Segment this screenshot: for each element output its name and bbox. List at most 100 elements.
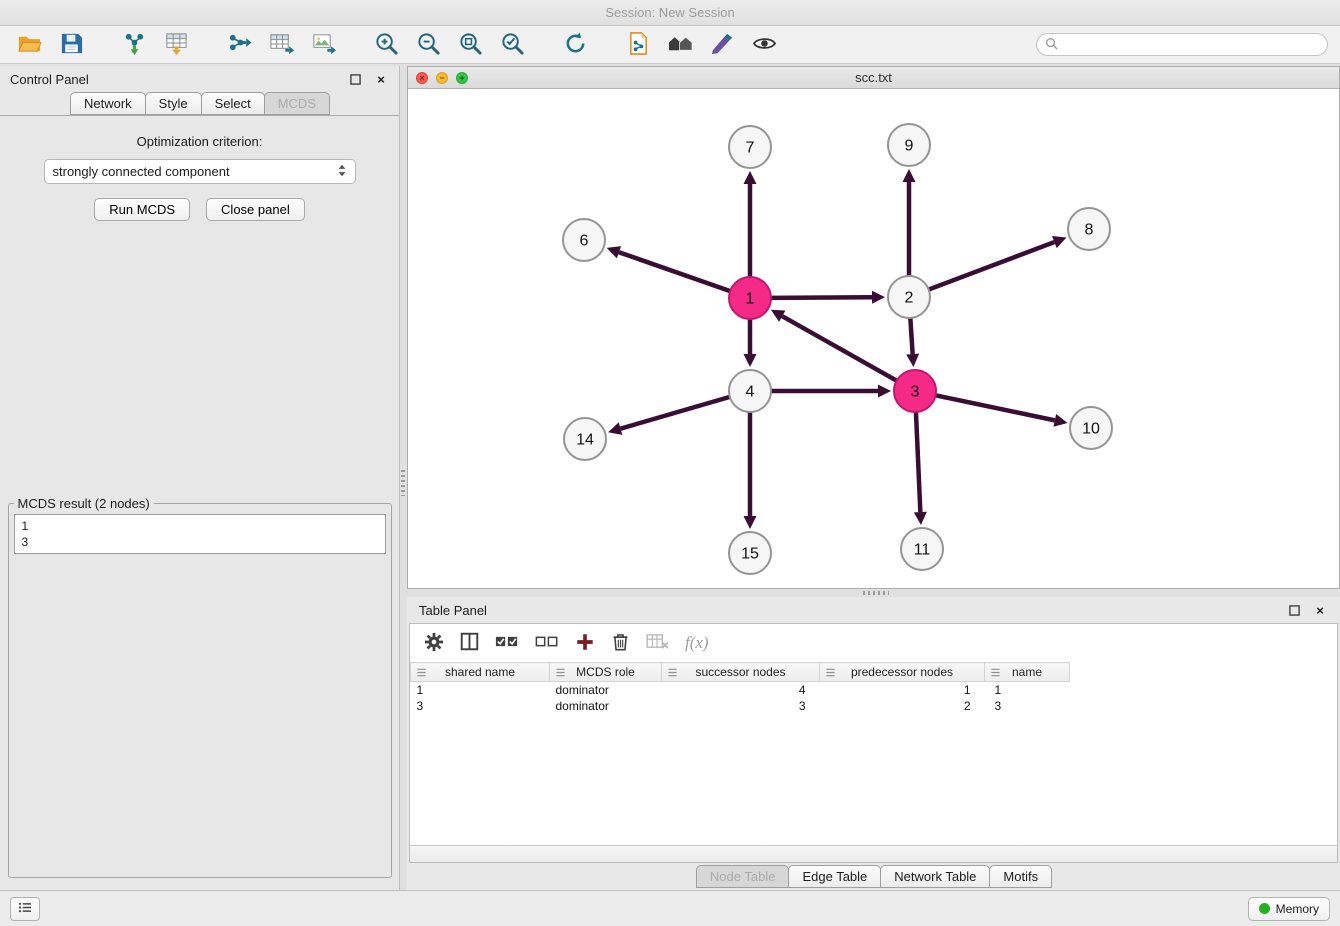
apply-function-button[interactable]: f(x) [685,633,709,653]
add-row-button[interactable] [575,632,595,655]
edge-1-6[interactable] [607,246,731,291]
node-6[interactable]: 6 [563,219,605,261]
cell[interactable]: 4 [662,682,820,699]
cell[interactable]: 3 [411,698,550,714]
node-11[interactable]: 11 [901,528,943,570]
tab-style[interactable]: Style [145,92,202,115]
refresh-layout-button[interactable] [558,30,592,60]
zoom-out-button[interactable] [411,30,445,60]
zoom-fit-button[interactable] [453,30,487,60]
node-7[interactable]: 7 [729,126,771,168]
node-2[interactable]: 2 [888,276,930,318]
search-input[interactable] [1064,37,1319,52]
home-view-button[interactable] [663,30,697,60]
node-8[interactable]: 8 [1068,208,1110,250]
cell[interactable]: 2 [820,698,985,714]
tab-edge-table[interactable]: Edge Table [788,865,881,888]
mcds-result-list[interactable]: 13 [14,514,386,554]
cell[interactable]: dominator [550,698,662,714]
zoom-in-button[interactable] [369,30,403,60]
edge-2-8[interactable] [929,236,1067,290]
node-14[interactable]: 14 [564,418,606,460]
import-network-button[interactable] [117,30,151,60]
vertical-splitter[interactable] [400,66,407,890]
edge-4-15[interactable] [744,412,757,529]
panel-menu-button[interactable] [10,897,40,921]
edge-3-11[interactable] [914,412,927,525]
node-9[interactable]: 9 [888,124,930,166]
optimization-criterion-select[interactable]: strongly connected component [44,159,356,184]
close-window-button[interactable]: × [416,72,428,84]
zoom-selected-button[interactable] [495,30,529,60]
cell[interactable]: 3 [662,698,820,714]
tab-select[interactable]: Select [201,92,265,115]
float-panel-icon[interactable] [1286,602,1302,618]
tab-network-table[interactable]: Network Table [880,865,990,888]
edge-1-2[interactable] [771,291,885,304]
column-header-MCDS-role[interactable]: MCDS role [550,663,662,682]
edge-4-14[interactable] [608,397,730,435]
show-hide-panel-button[interactable] [747,30,781,60]
edge-3-10[interactable] [936,395,1068,426]
network-canvas[interactable]: 7 9 6 8 1 2 4 3 14 10 15 11 [408,89,1339,588]
tab-motifs[interactable]: Motifs [989,865,1052,888]
node-3[interactable]: 3 [894,370,936,412]
cell[interactable]: dominator [550,682,662,699]
node-15[interactable]: 15 [729,532,771,574]
edge-1-4[interactable] [744,319,757,367]
network-graph[interactable]: 7 9 6 8 1 2 4 3 14 10 15 11 [408,89,1338,588]
close-panel-icon[interactable]: × [1312,602,1328,618]
clone-network-button[interactable] [621,30,655,60]
column-header-successor-nodes[interactable]: successor nodes [662,663,820,682]
table-row[interactable]: 1dominator411 [411,682,1070,699]
import-table-button[interactable] [159,30,193,60]
table-row[interactable]: 3dominator323 [411,698,1070,714]
export-table-button[interactable] [264,30,298,60]
select-all-button[interactable] [495,633,519,653]
cell[interactable]: 1 [985,682,1070,699]
edge-1-7[interactable] [744,171,757,277]
delete-row-button[interactable] [611,632,630,654]
table-settings-button[interactable] [424,632,444,655]
horizontal-scrollbar[interactable] [410,845,1337,862]
sort-icon [825,667,836,681]
horizontal-splitter[interactable] [407,589,1340,597]
column-header-shared-name[interactable]: shared name [411,663,550,682]
apply-style-button[interactable] [705,30,739,60]
column-header-predecessor-nodes[interactable]: predecessor nodes [820,663,985,682]
zoom-window-button[interactable]: + [456,72,468,84]
node-4[interactable]: 4 [729,370,771,412]
delete-column-button[interactable] [646,633,669,653]
select-stepper-icon [337,163,347,181]
tab-mcds[interactable]: MCDS [264,92,330,115]
edge-4-3[interactable] [771,385,891,398]
close-panel-icon[interactable]: × [373,71,389,87]
search-box[interactable] [1036,33,1328,56]
edge-2-9[interactable] [903,169,916,276]
deselect-all-button[interactable] [535,633,559,653]
edge-2-3[interactable] [906,318,919,367]
show-columns-button[interactable] [460,632,479,654]
run-mcds-button[interactable]: Run MCDS [94,198,190,221]
export-image-button[interactable] [306,30,340,60]
close-panel-button[interactable]: Close panel [206,198,305,221]
node-10[interactable]: 10 [1070,407,1112,449]
save-icon [59,31,84,59]
save-session-button[interactable] [54,30,88,60]
memory-button[interactable]: Memory [1248,897,1330,921]
cell[interactable]: 1 [411,682,550,699]
splitter-grip-icon [863,591,889,595]
float-panel-icon[interactable] [347,71,363,87]
memory-label: Memory [1276,902,1319,916]
minimize-window-button[interactable]: − [436,72,448,84]
open-session-button[interactable] [12,30,46,60]
edge-3-1[interactable] [771,310,897,381]
export-network-button[interactable] [222,30,256,60]
tab-network[interactable]: Network [70,92,146,115]
column-header-name[interactable]: name [985,663,1070,682]
tab-node-table[interactable]: Node Table [696,865,790,888]
cell[interactable]: 3 [985,698,1070,714]
import-table-icon [164,31,189,59]
node-1[interactable]: 1 [729,277,771,319]
cell[interactable]: 1 [820,682,985,699]
